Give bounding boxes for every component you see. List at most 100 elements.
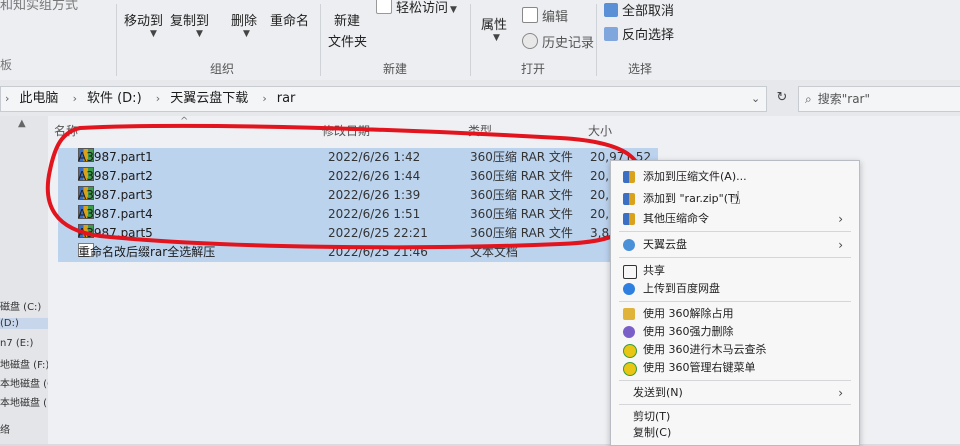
- group-separator: [470, 4, 471, 76]
- menu-label: 天翼云盘: [643, 238, 687, 251]
- chevron-down-icon: ▼: [196, 29, 203, 39]
- file-row[interactable]: A3987.part5 2022/6/25 22:21 360压缩 RAR 文件…: [58, 224, 658, 243]
- copy-to-label: 复制到: [170, 14, 210, 29]
- easy-access-button[interactable]: 轻松访问 ▼: [376, 0, 457, 16]
- menu-label: 添加到 "rar.zip"(T): [643, 192, 740, 205]
- share-icon: [623, 265, 637, 279]
- chevron-down-icon: ▼: [150, 29, 157, 39]
- clock-icon: [522, 33, 538, 49]
- menu-other-compress[interactable]: 其他压缩命令 ›: [611, 209, 859, 229]
- menu-360-trojan-scan[interactable]: 使用 360进行木马云查杀: [611, 340, 859, 360]
- column-header-date[interactable]: 修改日期: [322, 122, 370, 139]
- properties-button[interactable]: 属性 ▼: [481, 14, 507, 43]
- search-placeholder: 搜索"rar": [817, 92, 870, 106]
- group-separator: [116, 4, 117, 76]
- nav-item-drive-d[interactable]: (D:): [0, 318, 48, 329]
- edit-button[interactable]: 编辑: [522, 6, 568, 25]
- file-date: 2022/6/26 1:42: [328, 150, 421, 164]
- breadcrumb-drive-d[interactable]: 软件 (D:): [87, 91, 142, 106]
- history-button[interactable]: 历史记录: [522, 32, 594, 51]
- file-row[interactable]: 重命名改后缀rar全选解压 2022/6/25 21:46 文本文档: [58, 243, 658, 262]
- column-header-size[interactable]: 大小: [588, 122, 612, 139]
- chevron-right-icon: ›: [5, 92, 10, 105]
- chevron-right-icon: ›: [155, 92, 161, 105]
- menu-label: 使用 360进行木马云查杀: [643, 343, 767, 356]
- search-input[interactable]: ⌕ 搜索"rar": [798, 86, 960, 112]
- new-folder-label-line1: 新建: [334, 14, 361, 29]
- menu-separator: [619, 231, 851, 232]
- easy-access-label: 轻松访问: [396, 1, 449, 16]
- nav-item-drive-c[interactable]: 磁盘 (C:): [0, 298, 48, 313]
- file-row[interactable]: A3987.part2 2022/6/26 1:44 360压缩 RAR 文件 …: [58, 167, 658, 186]
- column-header-type[interactable]: 类型: [468, 122, 492, 139]
- file-type: 360压缩 RAR 文件: [470, 207, 573, 221]
- menu-share[interactable]: 共享: [611, 261, 859, 281]
- address-row: › 此电脑 › 软件 (D:) › 天翼云盘下载 › rar ⌄ ↻ ⌕ 搜索"rar": [0, 80, 960, 116]
- group-label-open: 打开: [521, 62, 546, 76]
- file-date: 2022/6/25 22:21: [328, 226, 428, 240]
- nav-item-drive-g[interactable]: 本地磁盘 (G:): [0, 375, 48, 390]
- archive-icon: [623, 193, 635, 205]
- file-row[interactable]: A3987.part1 2022/6/26 1:42 360压缩 RAR 文件 …: [58, 148, 658, 167]
- cloud-icon: [623, 239, 635, 251]
- menu-upload-baidu[interactable]: 上传到百度网盘: [611, 279, 859, 299]
- file-row[interactable]: A3987.part3 2022/6/26 1:39 360压缩 RAR 文件 …: [58, 186, 658, 205]
- menu-tianyi-cloud[interactable]: 天翼云盘 ›: [611, 235, 859, 255]
- baidu-netdisk-icon: [623, 283, 635, 295]
- invert-selection-label: 反向选择: [622, 28, 675, 43]
- nav-item-drive-e[interactable]: n7 (E:): [0, 338, 48, 349]
- new-folder-label-line2: 文件夹: [328, 35, 368, 50]
- sort-ascending-icon: ^: [180, 116, 189, 127]
- file-type: 360压缩 RAR 文件: [470, 226, 573, 240]
- address-dropdown-icon[interactable]: ⌄: [751, 87, 760, 111]
- group-label-select: 选择: [628, 62, 653, 76]
- menu-label: 复制(C): [633, 426, 672, 439]
- menu-360-force-delete[interactable]: 使用 360强力删除: [611, 322, 859, 342]
- column-header-name-label: 名称: [54, 124, 79, 138]
- file-name: A3987.part4: [78, 207, 153, 221]
- menu-add-to-archive[interactable]: 添加到压缩文件(A)...: [611, 167, 859, 187]
- breadcrumb-this-pc[interactable]: 此电脑: [19, 91, 58, 106]
- invert-selection-button[interactable]: 反向选择: [604, 24, 674, 43]
- menu-360-manage-context[interactable]: 使用 360管理右键菜单: [611, 358, 859, 378]
- delete-button[interactable]: 删除 ▼: [231, 10, 257, 39]
- file-name: 重命名改后缀rar全选解压: [78, 245, 216, 259]
- group-separator: [320, 4, 321, 76]
- nav-item-network[interactable]: 络: [0, 421, 48, 436]
- group-label-organize: 组织: [210, 62, 235, 76]
- file-row[interactable]: A3987.part4 2022/6/26 1:51 360压缩 RAR 文件 …: [58, 205, 658, 224]
- new-folder-button[interactable]: 新建 文件夹: [328, 10, 367, 50]
- menu-separator: [619, 404, 851, 405]
- move-to-label: 移动到: [124, 14, 164, 29]
- scroll-up-icon[interactable]: ▲: [18, 118, 26, 129]
- invert-selection-icon: [604, 27, 618, 41]
- force-delete-icon: [623, 326, 635, 338]
- nav-item-drive-h[interactable]: 本地磁盘 (H:): [0, 394, 48, 409]
- select-all-icon: [604, 3, 618, 17]
- chevron-right-icon: ›: [72, 92, 77, 105]
- menu-360-unlock[interactable]: 使用 360解除占用: [611, 304, 859, 324]
- file-date: 2022/6/26 1:39: [328, 188, 421, 202]
- select-all-button[interactable]: 全部取消: [604, 0, 674, 19]
- file-name: A3987.part2: [78, 169, 153, 183]
- breadcrumb-rar[interactable]: rar: [277, 91, 296, 106]
- select-all-label: 全部取消: [622, 4, 675, 19]
- group-separator: [596, 4, 597, 76]
- chevron-right-icon: ›: [838, 238, 843, 252]
- refresh-icon[interactable]: ↻: [772, 88, 792, 108]
- nav-item-drive-f[interactable]: 地磁盘 (F:): [0, 356, 48, 371]
- menu-copy[interactable]: 复制(C): [611, 423, 859, 443]
- menu-label: 使用 360强力删除: [643, 325, 734, 338]
- copy-to-button[interactable]: 复制到 ▼: [170, 10, 209, 39]
- breadcrumb-tianyi-download[interactable]: 天翼云盘下载: [170, 91, 248, 106]
- menu-separator: [619, 301, 851, 302]
- file-type: 360压缩 RAR 文件: [470, 150, 573, 164]
- menu-send-to[interactable]: 发送到(N) ›: [611, 383, 859, 403]
- move-to-button[interactable]: 移动到 ▼: [124, 10, 163, 39]
- column-header-name[interactable]: 名称 ^: [54, 116, 188, 139]
- rename-button[interactable]: 重命名: [270, 10, 309, 29]
- 360-shield-icon: [623, 344, 637, 358]
- address-bar[interactable]: › 此电脑 › 软件 (D:) › 天翼云盘下载 › rar ⌄: [0, 86, 767, 112]
- menu-label: 其他压缩命令: [643, 212, 709, 225]
- file-date: 2022/6/26 1:51: [328, 207, 421, 221]
